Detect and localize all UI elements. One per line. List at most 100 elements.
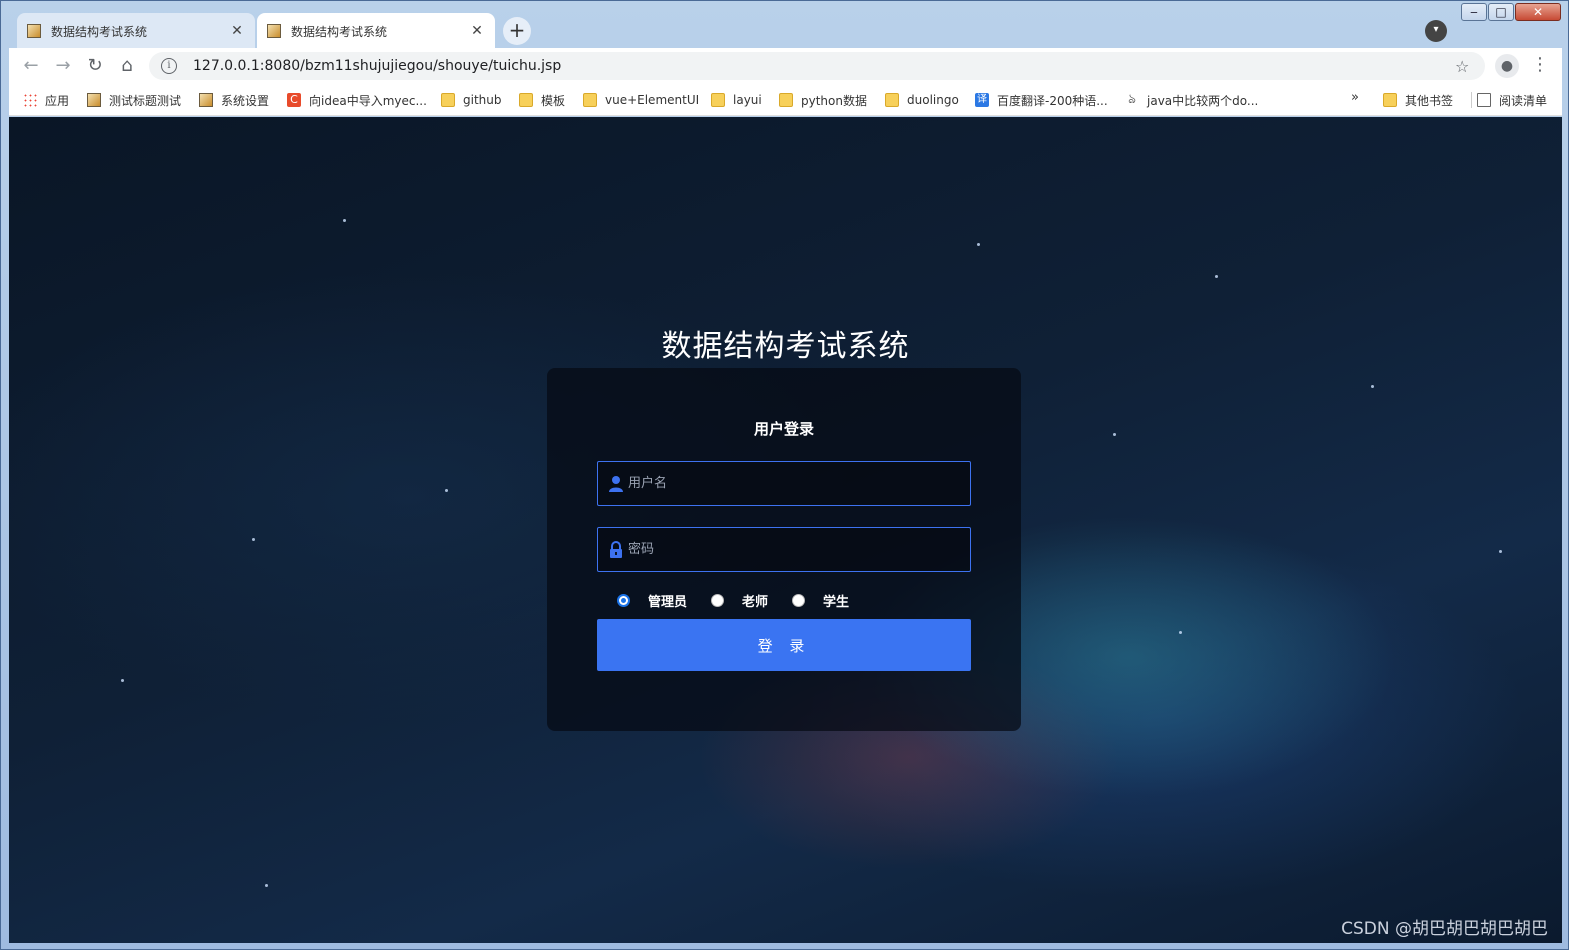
password-field[interactable] <box>597 527 971 572</box>
new-tab-button[interactable]: + <box>503 17 531 45</box>
tab-close-icon[interactable]: ✕ <box>469 23 485 39</box>
back-arrow-icon[interactable]: ← <box>19 54 43 78</box>
bookmark-label: java中比较两个do... <box>1147 93 1259 108</box>
star-decoration <box>265 884 268 887</box>
page-title: 数据结构考试系统 <box>661 329 910 364</box>
folder-icon <box>583 93 597 107</box>
site-info-icon[interactable]: i <box>161 58 177 74</box>
role-label-teacher: 老师 <box>742 594 769 610</box>
bookmark-label: 向idea中导入myec... <box>309 93 427 108</box>
bookmark-folder[interactable]: python数据 <box>779 90 867 110</box>
star-decoration <box>1499 550 1502 553</box>
role-radio-teacher[interactable] <box>711 593 725 607</box>
login-heading: 用户登录 <box>753 420 814 438</box>
page-favicon-icon <box>267 24 281 38</box>
bookmark-folder[interactable]: 模板 <box>519 90 565 110</box>
image-icon <box>87 93 101 107</box>
folder-icon <box>711 93 725 107</box>
folder-icon <box>885 93 899 107</box>
bookmark-item[interactable]: ঌ java中比较两个do... <box>1125 90 1258 110</box>
image-icon <box>199 93 213 107</box>
forward-arrow-icon[interactable]: → <box>51 54 75 78</box>
apps-grid-icon <box>23 93 37 107</box>
bookmark-label: python数据 <box>801 93 867 108</box>
bookmark-folder[interactable]: layui <box>711 90 762 110</box>
reading-list-label: 阅读清单 <box>1499 93 1548 108</box>
folder-icon <box>519 93 533 107</box>
role-radio-student[interactable] <box>792 593 806 607</box>
star-decoration <box>343 219 346 222</box>
maximize-button[interactable]: □ <box>1488 3 1514 21</box>
role-label-admin: 管理员 <box>648 594 688 610</box>
folder-icon <box>1383 93 1397 107</box>
minimize-button[interactable]: ‒ <box>1461 3 1487 21</box>
user-icon <box>609 475 623 492</box>
username-input[interactable] <box>628 462 970 505</box>
star-decoration <box>1371 385 1374 388</box>
close-window-button[interactable]: ✕ <box>1515 3 1561 21</box>
reading-list-icon <box>1477 93 1491 107</box>
bookmark-label: 模板 <box>541 93 566 108</box>
browser-toolbar: ← → ↻ ⌂ i 127.0.0.1:8080/bzm11shujujiego… <box>9 48 1562 84</box>
home-icon[interactable]: ⌂ <box>115 54 139 78</box>
bookmarks-overflow-button[interactable]: » <box>1351 90 1359 105</box>
bookmark-label: vue+ElementUI <box>605 93 700 107</box>
bookmark-label: github <box>463 93 502 107</box>
bookmark-item[interactable]: 系统设置 <box>199 90 269 110</box>
star-decoration <box>1113 433 1116 436</box>
folder-icon <box>441 93 455 107</box>
tab-search-icon[interactable]: ▾ <box>1425 20 1447 42</box>
star-decoration <box>1179 631 1182 634</box>
page-favicon-icon <box>27 24 41 38</box>
bookmark-star-icon[interactable]: ☆ <box>1455 57 1485 76</box>
bookmark-label: 百度翻译-200种语... <box>997 93 1108 108</box>
url-text[interactable]: 127.0.0.1:8080/bzm11shujujiegou/shouye/t… <box>193 58 1455 74</box>
username-field[interactable] <box>597 461 971 506</box>
tab-title: 数据结构考试系统 <box>51 24 148 39</box>
bookmark-label: duolingo <box>907 93 959 107</box>
bookmark-item[interactable]: 测试标题测试 <box>87 90 181 110</box>
bookmark-apps[interactable]: 应用 <box>23 90 69 110</box>
bookmark-folder[interactable]: duolingo <box>885 90 959 110</box>
folder-icon <box>779 93 793 107</box>
star-decoration <box>445 489 448 492</box>
login-panel: 用户登录 管理员 老师 <box>547 368 1021 731</box>
csdn-watermark: CSDN @胡巴胡巴胡巴胡巴 <box>1341 919 1548 939</box>
tab-title: 数据结构考试系统 <box>291 24 388 39</box>
bookmarks-bar: 应用 测试标题测试 系统设置 C 向idea中导入myec... github … <box>9 84 1562 116</box>
title-bar: 数据结构考试系统 ✕ 数据结构考试系统 ✕ + ▾ ‒ □ ✕ <box>1 1 1568 49</box>
login-button[interactable]: 登 录 <box>597 619 971 671</box>
page-viewport: 数据结构考试系统 用户登录 管理员 <box>9 117 1562 943</box>
star-decoration <box>977 243 980 246</box>
csdn-icon: C <box>287 93 301 107</box>
bookmark-label: 应用 <box>45 93 70 108</box>
role-radio-admin[interactable] <box>617 593 630 607</box>
tab-2[interactable]: 数据结构考试系统 ✕ <box>257 13 495 49</box>
other-bookmarks[interactable]: 其他书签 <box>1383 90 1453 110</box>
translate-icon: 译 <box>975 93 989 107</box>
bookmark-folder[interactable]: github <box>441 90 501 110</box>
reading-list[interactable]: 阅读清单 <box>1477 90 1547 110</box>
bookmark-folder[interactable]: vue+ElementUI <box>583 90 699 110</box>
bookmark-item[interactable]: C 向idea中导入myec... <box>287 90 427 110</box>
password-input[interactable] <box>628 528 970 571</box>
tab-close-icon[interactable]: ✕ <box>229 23 245 39</box>
bookmark-item[interactable]: 译 百度翻译-200种语... <box>975 90 1108 110</box>
menu-kebab-icon[interactable]: ⋮ <box>1531 54 1549 78</box>
bookmark-label: 测试标题测试 <box>109 93 182 108</box>
bookmarks-divider <box>1471 92 1472 108</box>
role-label-student: 学生 <box>823 594 850 610</box>
bookmark-label: 系统设置 <box>221 93 270 108</box>
other-bookmarks-label: 其他书签 <box>1405 93 1454 108</box>
role-selector: 管理员 老师 学生 <box>617 589 873 611</box>
profile-avatar-icon[interactable]: ● <box>1495 54 1519 78</box>
star-decoration <box>121 679 124 682</box>
reload-icon[interactable]: ↻ <box>83 54 107 78</box>
address-bar[interactable]: i 127.0.0.1:8080/bzm11shujujiegou/shouye… <box>149 52 1485 80</box>
generic-icon: ঌ <box>1128 92 1136 107</box>
star-decoration <box>1215 275 1218 278</box>
bookmark-label: layui <box>733 93 762 107</box>
tab-1[interactable]: 数据结构考试系统 ✕ <box>17 13 255 49</box>
star-decoration <box>252 538 255 541</box>
lock-icon <box>610 540 622 558</box>
